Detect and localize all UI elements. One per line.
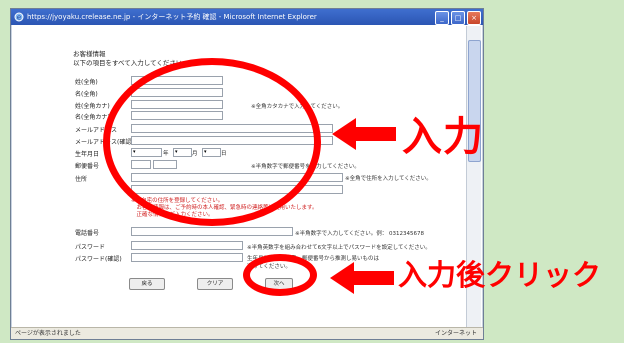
label-phone: 電話番号 (75, 230, 100, 237)
click-arrow-icon (330, 262, 394, 294)
maximize-button[interactable]: □ (451, 11, 465, 25)
close-button[interactable]: × (467, 11, 481, 25)
status-text: ページが表示されました (15, 330, 81, 337)
password-input[interactable] (131, 241, 243, 250)
phone-note: ※半角数字で入力してください。例： 0312345678 (295, 231, 425, 237)
input-annotation: 入力 (402, 114, 484, 160)
label-postal-code: 郵便番号 (75, 163, 100, 170)
label-first-name: 名(全角) (75, 91, 98, 98)
label-password-confirm: パスワード(確認) (75, 256, 122, 263)
clear-button[interactable]: クリア (197, 278, 233, 290)
input-arrow-icon (332, 118, 396, 150)
internet-explorer-icon: e (14, 12, 24, 22)
password-confirm-input[interactable] (131, 253, 243, 262)
minimize-button[interactable]: _ (435, 11, 449, 25)
input-area-highlight (103, 58, 321, 226)
label-password: パスワード (75, 244, 106, 251)
zone-text: インターネット (434, 330, 477, 337)
label-last-name: 姓(全角) (75, 79, 98, 86)
svg-text:e: e (17, 14, 21, 22)
window-title: https://jyoyaku.crelease.ne.jp - インターネット… (27, 13, 317, 21)
status-bar: ページが表示されました インターネット (11, 327, 483, 339)
label-last-name-kana: 姓(全角カナ) (75, 103, 110, 110)
back-button[interactable]: 戻る (129, 278, 165, 290)
address-note: ※全角で住所を入力してください。 (345, 176, 432, 182)
click-annotation: 入力後クリック (398, 258, 602, 292)
label-address: 住所 (75, 176, 88, 183)
password-note-1: ※半角英数字を組み合わせて6文字以上でパスワードを設定してください。 (247, 245, 431, 251)
title-bar: e https://jyoyaku.crelease.ne.jp - インターネ… (11, 9, 483, 25)
label-birthday: 生年月日 (75, 151, 100, 158)
label-first-name-kana: 名(全角カナ) (75, 114, 110, 121)
next-button-highlight (243, 254, 317, 296)
phone-input[interactable] (131, 227, 293, 236)
